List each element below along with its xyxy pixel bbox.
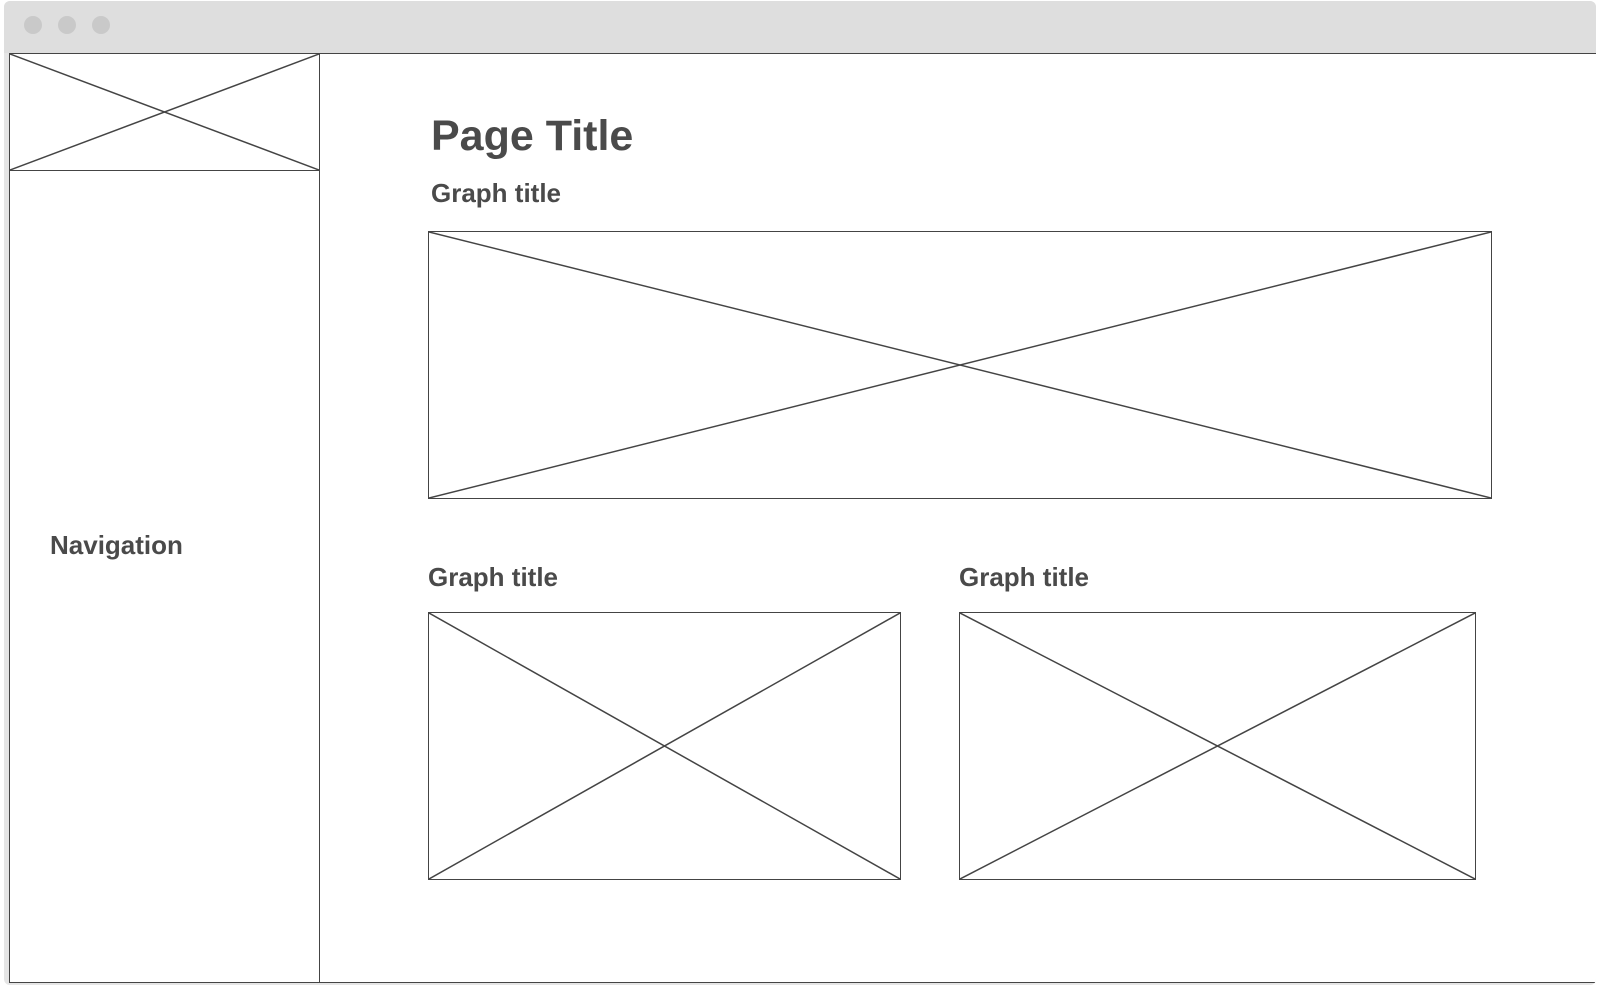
image-placeholder-icon [960,613,1475,879]
minimize-window-icon[interactable] [58,16,76,34]
page-viewport: Navigation Page Title Graph title Graph … [9,53,1596,983]
graph-placeholder-right [959,612,1476,880]
wireframe-canvas: Navigation Page Title Graph title Graph … [0,0,1600,987]
maximize-window-icon[interactable] [92,16,110,34]
sidebar: Navigation [10,54,320,982]
page-title: Page Title [431,112,634,160]
image-placeholder-icon [429,232,1491,498]
image-placeholder-icon [10,54,319,170]
close-window-icon[interactable] [24,16,42,34]
navigation-label[interactable]: Navigation [50,530,183,561]
graph-placeholder-main [428,231,1492,499]
graph-title-main: Graph title [431,178,562,208]
browser-window: Navigation Page Title Graph title Graph … [4,1,1596,985]
graph-title-right: Graph title [959,562,1090,592]
image-placeholder-icon [429,613,900,879]
graph-placeholder-left [428,612,901,880]
graph-title-left: Graph title [428,562,559,592]
logo-image-placeholder-icon [10,54,319,171]
window-titlebar [4,1,1596,53]
